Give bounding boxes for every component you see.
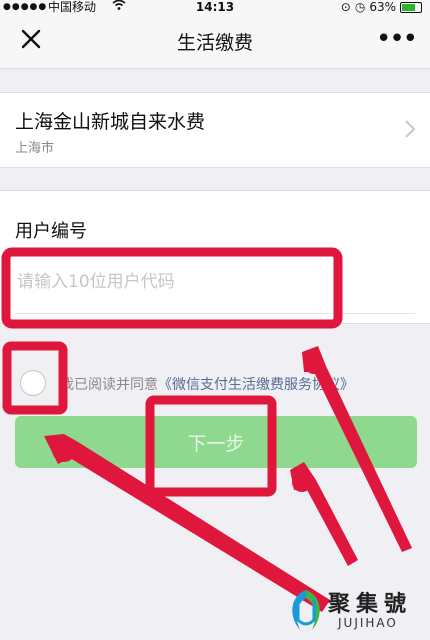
account-number-input[interactable] xyxy=(15,253,419,311)
annotation-hand-3 xyxy=(292,472,312,492)
more-dots-icon[interactable]: ••• xyxy=(376,26,418,52)
chevron-right-icon xyxy=(404,119,416,139)
provider-city: 上海市 xyxy=(15,141,55,156)
status-right: ⊙ ◷ 63% xyxy=(341,0,422,14)
watermark-logo-icon xyxy=(292,590,320,630)
nav-bar: 生活缴费 ••• xyxy=(0,14,430,69)
status-bar: ●●●●● 中国移动 14:13 ⊙ ◷ 63% xyxy=(0,0,430,14)
provider-name: 上海金山新城自来水费 xyxy=(15,111,206,133)
watermark: 聚集號 JUJIHAO xyxy=(284,586,426,636)
alarm-icon: ◷ xyxy=(354,0,366,14)
provider-row[interactable]: 上海金山新城自来水费 上海市 xyxy=(0,92,430,168)
agreement-row: 我已阅读并同意《微信支付生活缴费服务协议》 xyxy=(20,366,420,398)
rotation-lock-icon: ⊙ xyxy=(340,0,351,14)
battery-icon xyxy=(400,1,422,13)
agreement-text: 我已阅读并同意《微信支付生活缴费服务协议》 xyxy=(60,374,354,394)
page-title: 生活缴费 xyxy=(176,32,253,54)
account-label: 用户编号 xyxy=(15,221,87,242)
agreement-radio[interactable] xyxy=(20,370,46,396)
watermark-sub: JUJIHAO xyxy=(338,616,398,630)
watermark-brand: 聚集號 xyxy=(328,592,413,617)
next-button[interactable]: 下一步 xyxy=(15,416,417,468)
agreement-prefix: 我已阅读并同意 xyxy=(60,377,158,393)
agreement-link[interactable]: 《微信支付生活缴费服务协议》 xyxy=(158,377,354,393)
annotation-arrow-3 xyxy=(290,462,358,566)
battery-percent: 63% xyxy=(369,0,396,14)
account-input-wrap xyxy=(15,253,419,314)
account-section: 用户编号 xyxy=(0,190,430,324)
